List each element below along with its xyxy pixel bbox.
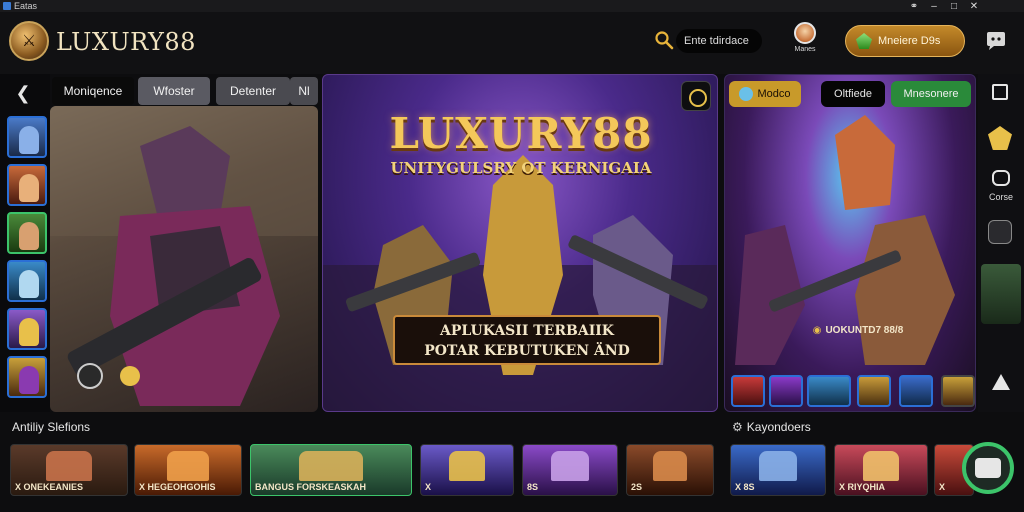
rail-thumb-5[interactable] (7, 308, 47, 350)
hero-settings-icon[interactable] (681, 81, 711, 111)
tab-3[interactable]: Detenter (216, 77, 290, 105)
game-card-5[interactable]: 8S (522, 444, 618, 496)
mini-thumb-3[interactable] (807, 375, 851, 407)
game-card-1[interactable]: X ONEKEANIES (10, 444, 128, 496)
mini-thumb-2[interactable] (769, 375, 803, 407)
hero-banner[interactable]: APLUKASII TERBAIIK POTAR KEBUTUKEN ÄND (393, 315, 661, 365)
gem-icon (856, 33, 872, 49)
square-icon[interactable] (992, 84, 1008, 100)
support-chat-icon (975, 458, 1001, 478)
logo-text[interactable]: LUXURY88 (56, 28, 196, 56)
promo-button-label: Mneiere D9s (878, 35, 941, 47)
right-icon-rail: Corse (978, 74, 1024, 412)
os-title-bar: Eatas ⚭ – □ ✕ (0, 0, 1024, 12)
rail-thumb-6[interactable] (7, 356, 47, 398)
mini-thumb-5[interactable] (899, 375, 933, 407)
game-card-4[interactable]: X (420, 444, 514, 496)
game-card-label: 2S (631, 482, 643, 492)
right-tab-3[interactable]: Mnesonere (891, 81, 971, 107)
hero-panel-left[interactable] (50, 106, 318, 412)
game-card-label: X ONEKEANIES (15, 482, 84, 492)
close-button[interactable]: ✕ (964, 1, 984, 12)
minimize-button[interactable]: – (924, 1, 944, 12)
logo-emblem-icon[interactable]: ⚔ (9, 21, 49, 61)
user-avatar[interactable]: Manes (790, 22, 820, 64)
support-fab[interactable] (962, 442, 1014, 494)
side-banner-art (981, 264, 1021, 324)
game-card-3[interactable]: BANGUS FORSKEASKAH (250, 444, 412, 496)
account-icon[interactable]: ⚭ (904, 1, 924, 12)
game-card-label: BANGUS FORSKEASKAH (255, 482, 367, 492)
mini-thumb-4[interactable] (857, 375, 891, 407)
game-card-7[interactable]: X 8S (730, 444, 826, 496)
game-card-label: X (425, 482, 432, 492)
search-input[interactable]: Ente tdirdace (676, 29, 762, 53)
notes-icon[interactable] (988, 220, 1012, 244)
mini-thumb-6[interactable] (941, 375, 975, 407)
rail-thumb-1[interactable] (7, 116, 47, 158)
rail-thumb-2[interactable] (7, 164, 47, 206)
game-card-6[interactable]: 2S (626, 444, 714, 496)
right-banner[interactable]: UOKUNTD7 88/8 (783, 323, 933, 339)
game-card-art (759, 451, 797, 481)
maximize-button[interactable]: □ (944, 1, 964, 12)
avatar-icon (794, 22, 816, 44)
game-card-art (166, 451, 210, 481)
armored-warrior-art (50, 106, 318, 406)
tab-4[interactable]: Nl (290, 77, 318, 105)
hero-panel-center[interactable]: LUXURY88 UNITYGULSRY OT KERNIGAIA APLUKA… (322, 74, 718, 412)
hero-panel-right[interactable]: Modco Oltfiede Mnesonere UOKUNTD7 88/8 (724, 74, 976, 412)
section-title-right: ⚙ Kayondoers (732, 420, 811, 434)
game-card-art (652, 451, 688, 481)
app-icon (3, 2, 11, 10)
avatar-label: Manes (794, 46, 816, 53)
trophy-icon[interactable] (988, 126, 1012, 150)
game-card-label: X HEGEOHGOHIS (139, 482, 216, 492)
window-controls: ⚭ – □ ✕ (904, 0, 984, 12)
promo-button[interactable]: Mneiere D9s (845, 25, 965, 57)
section-title-left: Antiliy Slefions (12, 420, 91, 434)
app-header: ⚔ LUXURY88 Ente tdirdace Manes Mneiere D… (0, 12, 1024, 74)
battle-scene-art (735, 115, 955, 365)
search-icon[interactable] (654, 30, 674, 50)
hero-banner-line-2: POTAR KEBUTUKEN ÄND (424, 343, 630, 359)
monitor-icon[interactable] (992, 170, 1010, 186)
hero-title: LUXURY88 (389, 109, 653, 158)
tab-1[interactable]: Moniqence (52, 77, 134, 105)
left-thumbnail-rail: ❮ (0, 74, 50, 412)
hero-subtitle: UNITYGULSRY OT KERNIGAIA (390, 159, 652, 177)
rail-thumb-4[interactable] (7, 260, 47, 302)
game-card-art (45, 451, 93, 481)
game-card-art (551, 451, 589, 481)
chat-icon[interactable] (984, 30, 1008, 52)
right-tab-1[interactable]: Modco (729, 81, 801, 107)
rail-thumb-3[interactable] (7, 212, 47, 254)
gear-icon: ⚙ (732, 420, 743, 434)
game-card-label: 8S (527, 482, 539, 492)
right-tab-avatar-icon (739, 87, 754, 102)
triangle-icon[interactable] (992, 374, 1010, 390)
mini-thumb-1[interactable] (731, 375, 765, 407)
window-title: Eatas (14, 1, 38, 11)
game-card-2[interactable]: X HEGEOHGOHIS (134, 444, 242, 496)
game-card-art (448, 451, 486, 481)
right-tab-2[interactable]: Oltfiede (821, 81, 885, 107)
game-card-art (299, 451, 363, 481)
hero-banner-line-1: APLUKASII TERBAIIK (440, 323, 614, 339)
game-card-art (862, 451, 900, 481)
tab-2[interactable]: Wfoster (138, 77, 210, 105)
game-card-label: X RIYQHIA (839, 482, 886, 492)
game-card-label: X 8S (735, 482, 755, 492)
right-rail-label: Corse (988, 192, 1013, 202)
back-arrow-icon[interactable]: ❮ (12, 82, 34, 104)
game-card-8[interactable]: X RIYQHIA (834, 444, 928, 496)
